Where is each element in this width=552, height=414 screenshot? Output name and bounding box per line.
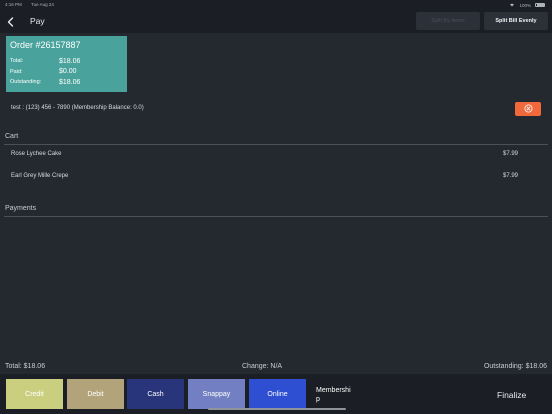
order-row-paid: Paid: $0.00 bbox=[10, 67, 123, 78]
order-row-value: $18.06 bbox=[59, 78, 81, 86]
split-by-items-button[interactable]: Split By Items bbox=[416, 12, 480, 30]
cart-divider bbox=[4, 144, 548, 145]
credit-button[interactable]: Credit bbox=[6, 379, 63, 409]
cart-item-price: $7.99 bbox=[502, 151, 518, 157]
split-bill-evenly-button[interactable]: Split Bill Evenly bbox=[484, 12, 548, 30]
summary-change: Change: N/A bbox=[242, 363, 283, 370]
cart-item-name[interactable]: Earl Grey Mille Crepe bbox=[11, 173, 68, 179]
cash-button[interactable]: Cash bbox=[127, 379, 184, 409]
order-row-outstanding: Outstanding: $18.06 bbox=[10, 77, 123, 88]
order-row-total: Total: $18.06 bbox=[10, 56, 123, 67]
top-bar: Pay Split By Items Split Bill Evenly bbox=[0, 9, 552, 33]
remove-customer-button[interactable] bbox=[515, 102, 541, 116]
close-circle-icon bbox=[523, 100, 533, 118]
membership-label: Membershi p bbox=[316, 387, 351, 403]
online-button[interactable]: Online bbox=[249, 379, 306, 409]
customer-info: test : (123) 456 - 7890 (Membership Bala… bbox=[11, 105, 144, 111]
payments-divider bbox=[4, 216, 548, 217]
order-row-label: Paid: bbox=[10, 68, 23, 75]
order-row-value: $18.06 bbox=[59, 57, 81, 65]
debit-button[interactable]: Debit bbox=[67, 379, 124, 409]
battery-icon bbox=[535, 2, 545, 8]
order-row-value: $0.00 bbox=[59, 68, 77, 76]
status-time: 4:16 PM bbox=[5, 2, 22, 7]
snappay-button[interactable]: Snappay bbox=[188, 379, 245, 409]
order-summary-card: Order #26157887 Total: $18.06 Paid: $0.0… bbox=[6, 36, 127, 92]
wifi-icon bbox=[509, 2, 515, 8]
finalize-button[interactable]: Finalize bbox=[497, 390, 526, 400]
chevron-left-icon[interactable] bbox=[5, 15, 17, 27]
battery-percent: 100% bbox=[519, 2, 531, 8]
cart-item-price: $7.99 bbox=[502, 173, 518, 179]
status-date: Tue Aug 24 bbox=[31, 2, 54, 7]
membership-button[interactable]: Membershi p bbox=[310, 379, 367, 409]
order-row-label: Total: bbox=[10, 58, 24, 65]
cart-section-title: Cart bbox=[5, 133, 19, 140]
summary-outstanding: Outstanding: $18.06 bbox=[483, 363, 547, 370]
payments-section-title: Payments bbox=[5, 205, 37, 212]
order-number: Order #26157887 bbox=[10, 40, 81, 50]
order-row-label: Outstanding: bbox=[10, 79, 42, 86]
status-right: 100% bbox=[509, 2, 545, 8]
cart-item-name[interactable]: Rose Lychee Cake bbox=[11, 151, 61, 157]
summary-total: Total: $18.06 bbox=[5, 363, 46, 370]
status-bar: 4:16 PM Tue Aug 24 100% bbox=[0, 0, 552, 9]
page-title: Pay bbox=[30, 16, 45, 26]
home-indicator bbox=[208, 408, 346, 410]
